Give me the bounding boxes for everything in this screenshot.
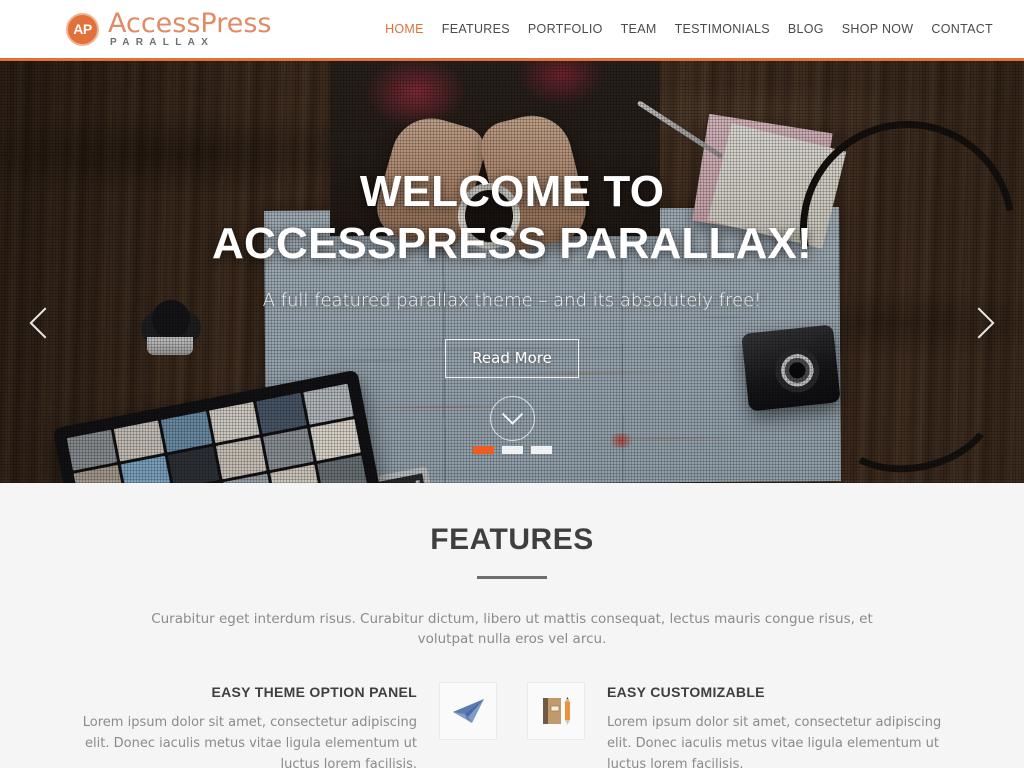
read-more-button[interactable]: Read More <box>445 338 579 378</box>
nav-item-features[interactable]: FEATURES <box>433 22 519 36</box>
features-heading: FEATURES <box>430 523 594 556</box>
feature-body: EASY CUSTOMIZABLE Lorem ipsum dolor sit … <box>607 682 952 768</box>
feature-item-easy-customizable: EASY CUSTOMIZABLE Lorem ipsum dolor sit … <box>527 681 952 768</box>
slider-dot-1[interactable] <box>472 446 494 454</box>
nav-item-portfolio[interactable]: PORTFOLIO <box>519 22 612 36</box>
logo-title: AccessPress <box>108 8 272 39</box>
chevron-down-icon <box>501 403 523 425</box>
hero-subtitle: A full featured parallax theme – and its… <box>262 289 762 311</box>
heading-divider <box>477 576 547 579</box>
chevron-right-icon <box>963 307 995 339</box>
site-logo[interactable]: AP AccessPress PARALLAX <box>66 10 272 48</box>
hero-slider: WELCOME TO ACCESSPRESS PARALLAX! A full … <box>0 61 1024 483</box>
logo-subtitle: PARALLAX <box>110 37 215 48</box>
slider-next-arrow[interactable] <box>963 301 995 345</box>
nav-item-shop-now[interactable]: SHOP NOW <box>833 22 923 36</box>
nav-item-team[interactable]: TEAM <box>612 22 666 36</box>
scroll-down-button[interactable] <box>489 395 535 441</box>
hero-content: WELCOME TO ACCESSPRESS PARALLAX! A full … <box>0 61 1024 483</box>
features-description: Curabitur eget interdum risus. Curabitur… <box>151 611 873 648</box>
nav-item-contact[interactable]: CONTACT <box>922 22 1002 36</box>
feature-text: Lorem ipsum dolor sit amet, consectetur … <box>607 714 942 768</box>
notebook-pencil-icon <box>527 681 585 740</box>
logo-text: AccessPress PARALLAX <box>108 10 272 48</box>
feature-item-theme-option-panel: EASY THEME OPTION PANEL Lorem ipsum dolo… <box>72 681 497 768</box>
features-section: FEATURES Curabitur eget interdum risus. … <box>0 483 1024 768</box>
feature-title: EASY CUSTOMIZABLE <box>607 683 765 700</box>
nav-item-blog[interactable]: BLOG <box>779 22 833 36</box>
nav-item-home[interactable]: HOME <box>376 22 433 36</box>
hero-title: WELCOME TO ACCESSPRESS PARALLAX! <box>212 167 812 268</box>
slider-prev-arrow[interactable] <box>29 301 61 345</box>
logo-badge-icon: AP <box>66 12 99 46</box>
feature-text: Lorem ipsum dolor sit amet, consectetur … <box>82 714 417 768</box>
paper-plane-icon <box>439 681 497 740</box>
chevron-left-icon <box>29 307 61 339</box>
slider-dot-2[interactable] <box>501 446 523 454</box>
slider-pagination <box>0 446 1024 454</box>
nav-item-testimonials[interactable]: TESTIMONIALS <box>666 22 779 36</box>
slider-dot-3[interactable] <box>530 446 552 454</box>
main-navigation: HOME FEATURES PORTFOLIO TEAM TESTIMONIAL… <box>376 22 1002 36</box>
features-row: EASY THEME OPTION PANEL Lorem ipsum dolo… <box>0 681 1024 768</box>
feature-body: EASY THEME OPTION PANEL Lorem ipsum dolo… <box>72 682 417 768</box>
feature-title: EASY THEME OPTION PANEL <box>211 683 417 700</box>
site-header: AP AccessPress PARALLAX HOME FEATURES PO… <box>0 0 1024 61</box>
